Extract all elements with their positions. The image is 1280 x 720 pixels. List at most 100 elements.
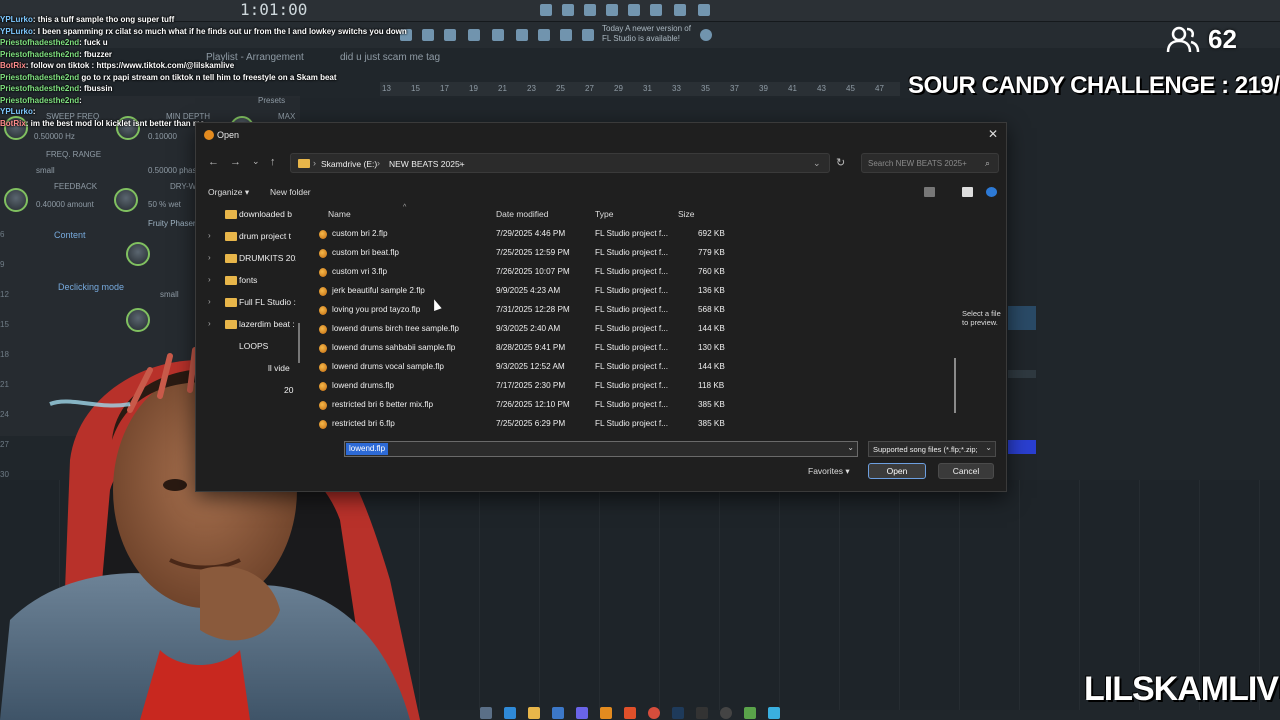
render-icon[interactable] — [628, 4, 640, 16]
update-news[interactable]: Today A newer version of FL Studio is av… — [602, 24, 691, 44]
content-label[interactable]: Content — [54, 230, 86, 240]
steam-icon[interactable] — [672, 707, 684, 719]
refresh-icon[interactable]: ↻ — [836, 156, 845, 169]
chrome-icon[interactable] — [648, 707, 660, 719]
channel-rack-icon[interactable] — [444, 29, 456, 41]
chevron-right-icon[interactable]: › — [313, 158, 316, 168]
column-date-modified[interactable]: Date modified — [496, 209, 548, 219]
file-name-input[interactable]: lowend.flp ⌄ — [344, 441, 858, 457]
favorites-button[interactable]: Favorites ▾ — [808, 466, 850, 477]
new-folder-button[interactable]: New folder — [270, 187, 311, 197]
phaser-knob-1[interactable] — [126, 242, 150, 266]
download-icon[interactable] — [698, 4, 710, 16]
file-row[interactable]: lowend drums birch tree sample.flp 9/3/20… — [313, 320, 733, 339]
help-icon[interactable] — [986, 187, 997, 197]
tree-item[interactable]: › Full FL Studio : — [204, 295, 296, 311]
news-line-2: FL Studio is available! — [602, 34, 680, 43]
search-box[interactable]: Search NEW BEATS 2025+ ⌕ — [861, 153, 999, 173]
playlist-icon[interactable] — [468, 29, 480, 41]
breadcrumb-drive[interactable]: Skamdrive (E:) — [321, 159, 377, 169]
open-button[interactable]: Open — [868, 463, 926, 479]
app-icon[interactable] — [696, 707, 708, 719]
file-type-select[interactable]: Supported song files (*.flp;*.zip; ⌄ — [868, 441, 996, 457]
file-row[interactable]: lowend drums vocal sample.flp 9/3/2025 12… — [313, 358, 733, 377]
tree-item[interactable]: › lazerdim beat : — [204, 317, 296, 333]
tree-item[interactable]: 20 — [204, 383, 296, 399]
app-icon-3[interactable] — [768, 707, 780, 719]
tree-item[interactable]: › fonts — [204, 273, 296, 289]
chat-icon[interactable] — [674, 4, 686, 16]
chevron-right-icon[interactable]: › — [459, 158, 462, 168]
feedback-knob[interactable] — [4, 188, 28, 212]
app-icon-2[interactable] — [744, 707, 756, 719]
save-icon[interactable] — [650, 4, 662, 16]
address-bar[interactable]: › Skamdrive (E:) › NEW BEATS 2025+ › ⌄ — [290, 153, 830, 173]
record-icon[interactable] — [540, 4, 552, 16]
breadcrumb-folder[interactable]: NEW BEATS 2025+ — [389, 159, 465, 169]
file-row[interactable]: custom bri 2.flp 7/29/2025 4:46 PM FL Stud… — [313, 225, 733, 244]
cut-icon[interactable] — [562, 4, 574, 16]
column-type[interactable]: Type — [595, 209, 613, 219]
address-dropdown-icon[interactable]: ⌄ — [813, 158, 821, 169]
file-row[interactable]: lowend drums.flp 7/17/2025 2:30 PM FL Stud… — [313, 377, 733, 396]
expand-icon[interactable]: › — [208, 275, 211, 284]
brave-icon[interactable] — [624, 707, 636, 719]
tree-item[interactable]: LOOPS — [204, 339, 296, 355]
4k-icon[interactable] — [720, 707, 732, 719]
back-arrow-icon[interactable]: ← — [208, 156, 219, 168]
expand-icon[interactable]: › — [208, 231, 211, 240]
calculator-icon[interactable] — [552, 707, 564, 719]
chat-username: YPLurko — [0, 107, 33, 116]
declicking-label[interactable]: Declicking mode — [58, 282, 124, 292]
dry-wet-knob[interactable] — [114, 188, 138, 212]
chevron-down-icon[interactable]: ⌄ — [847, 443, 854, 452]
column-name[interactable]: Name — [328, 209, 351, 219]
chart-icon[interactable] — [582, 29, 594, 41]
preview-pane-icon[interactable] — [962, 187, 973, 197]
globe-icon[interactable] — [700, 29, 712, 41]
expand-icon[interactable]: › — [208, 319, 211, 328]
fl-studio-icon[interactable] — [600, 707, 612, 719]
mic-icon[interactable] — [584, 4, 596, 16]
help-icon[interactable] — [606, 4, 618, 16]
expand-icon[interactable]: › — [208, 297, 211, 306]
taskbar-app-icon[interactable] — [480, 707, 492, 719]
close-icon[interactable]: ✕ — [988, 127, 998, 141]
discord-icon[interactable] — [576, 707, 588, 719]
file-row[interactable]: loving you prod tayzo.flp 7/31/2025 12:28… — [313, 301, 733, 320]
file-row[interactable]: restricted bri 6.flp 7/25/2025 6:29 PM FL … — [313, 415, 733, 434]
up-arrow-icon[interactable]: ↑ — [270, 156, 276, 168]
tree-item[interactable]: › drum project t — [204, 229, 296, 245]
cancel-button[interactable]: Cancel — [938, 463, 994, 479]
send-icon[interactable] — [560, 29, 572, 41]
file-explorer-icon[interactable] — [528, 707, 540, 719]
recent-chevron-icon[interactable]: ⌄ — [252, 156, 260, 167]
file-row[interactable]: jerk beautiful sample 2.flp 9/9/2025 4:23… — [313, 282, 733, 301]
file-list-scrollbar[interactable] — [954, 358, 956, 413]
tree-item[interactable]: › DRUMKITS 202 — [204, 251, 296, 267]
browser-icon[interactable] — [492, 29, 504, 41]
column-size[interactable]: Size — [678, 209, 695, 219]
file-row[interactable]: custom vri 3.flp 7/26/2025 10:07 PM FL Stu… — [313, 263, 733, 282]
view-options-icon[interactable] — [924, 187, 935, 197]
organize-button[interactable]: Organize ▾ — [208, 187, 249, 198]
playlist-clips[interactable] — [1008, 306, 1036, 466]
flp-file-icon — [319, 249, 327, 258]
file-row[interactable]: lowend drums sahbabii sample.flp 8/28/202… — [313, 339, 733, 358]
chevron-down-icon[interactable]: ⌄ — [985, 443, 992, 452]
playlist-ruler[interactable]: 13 15 17 19 21 23 25 27 29 31 33 35 37 3… — [380, 82, 900, 96]
file-row[interactable]: custom bri beat.flp 7/25/2025 12:59 PM FL … — [313, 244, 733, 263]
expand-icon[interactable]: › — [208, 253, 211, 262]
chevron-right-icon[interactable]: › — [377, 158, 380, 168]
edge-icon[interactable] — [504, 707, 516, 719]
dialog-titlebar[interactable]: Open ✕ — [196, 123, 1006, 147]
chat-username: BotRix — [0, 118, 26, 128]
plugin-db-icon[interactable] — [516, 29, 528, 41]
tree-item[interactable]: downloaded b — [204, 207, 296, 223]
file-row[interactable]: restricted bri 6 better mix.flp 7/26/2025… — [313, 396, 733, 415]
tree-scrollbar[interactable] — [298, 323, 300, 363]
tree-item[interactable]: ll vide — [204, 361, 296, 377]
touch-icon[interactable] — [538, 29, 550, 41]
forward-arrow-icon[interactable]: → — [230, 156, 241, 168]
mixer-icon[interactable] — [422, 29, 434, 41]
